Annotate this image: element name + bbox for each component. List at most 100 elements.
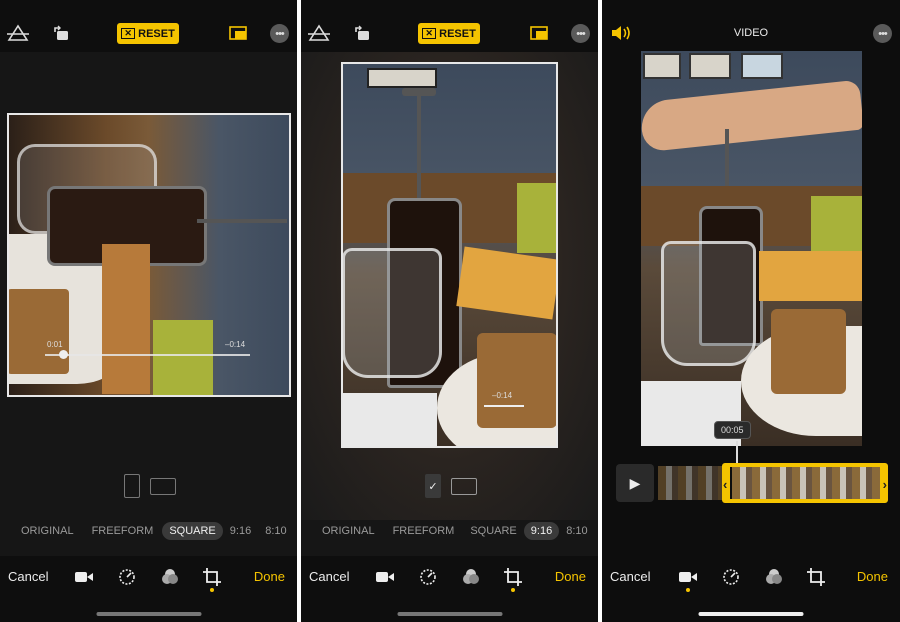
top-toolbar: ✕ RESET ••• — [0, 0, 297, 52]
glass-mug — [661, 241, 756, 366]
play-button[interactable]: ▶ — [616, 464, 654, 502]
filters-icon[interactable] — [159, 566, 181, 588]
crop-icon[interactable] — [502, 566, 524, 588]
press-rod — [417, 90, 421, 200]
video-camera-icon[interactable] — [374, 566, 396, 588]
crop-panel-9-16: ✕ RESET ••• –0:14 ✓ ORIGINAL FREEFORM SQ… — [301, 0, 598, 622]
active-tool-indicator — [686, 588, 690, 592]
aspect-ratio-icon[interactable] — [225, 20, 251, 46]
home-indicator — [96, 612, 201, 616]
cake-slice — [771, 309, 846, 394]
adjust-dial-icon[interactable] — [720, 566, 742, 588]
video-camera-icon[interactable] — [677, 566, 699, 588]
filters-icon[interactable] — [763, 566, 785, 588]
rotate-icon[interactable] — [48, 20, 74, 46]
ratio-8-10[interactable]: 8:10 — [559, 522, 594, 540]
reset-icon: ✕ — [121, 28, 136, 39]
crop-panel-square: ✕ RESET ••• 0:01 –0:14 ORIGINAL FREEFORM… — [0, 0, 297, 622]
play-icon: ▶ — [629, 474, 641, 491]
green-chair — [517, 183, 557, 253]
aspect-ratio-list: ORIGINAL FREEFORM SQUARE 9:16 8:10 — [301, 521, 598, 541]
scrub-line[interactable] — [484, 405, 524, 407]
done-button[interactable]: Done — [555, 569, 586, 584]
menu-card — [102, 244, 150, 394]
ratio-square[interactable]: SQUARE — [463, 522, 523, 540]
screen-title: VIDEO — [733, 27, 769, 39]
done-button[interactable]: Done — [254, 569, 285, 584]
ratio-original[interactable]: ORIGINAL — [315, 522, 382, 540]
landscape-orientation-icon[interactable] — [150, 477, 176, 495]
orientation-toggle: ✓ — [425, 474, 477, 498]
elapsed-time: 0:01 — [47, 340, 63, 349]
ratio-9-16[interactable]: 9:16 — [223, 522, 258, 540]
trim-end-handle[interactable]: › — [883, 477, 887, 492]
straighten-icon[interactable] — [306, 20, 332, 46]
reset-button[interactable]: ✕ RESET — [117, 23, 179, 44]
active-tool-indicator — [511, 588, 515, 592]
filters-icon[interactable] — [460, 566, 482, 588]
video-trim-panel: VIDEO ••• 00:05 ▶ ‹ › Cancel Done — [602, 0, 900, 622]
cake-slice — [7, 289, 69, 374]
menu-card — [759, 251, 862, 301]
wall-picture — [741, 53, 783, 79]
ratio-freeform[interactable]: FREEFORM — [85, 522, 161, 540]
ratio-original[interactable]: ORIGINAL — [14, 522, 81, 540]
video-frame[interactable]: 0:01 –0:14 — [7, 114, 290, 396]
home-indicator — [698, 612, 804, 616]
adjust-dial-icon[interactable] — [116, 566, 138, 588]
ratio-freeform[interactable]: FREEFORM — [386, 522, 462, 540]
cake-slice — [477, 333, 557, 428]
landscape-orientation-icon[interactable] — [451, 477, 477, 495]
cancel-button[interactable]: Cancel — [309, 569, 349, 584]
more-icon[interactable]: ••• — [270, 24, 289, 43]
adjust-dial-icon[interactable] — [417, 566, 439, 588]
top-toolbar: VIDEO ••• — [602, 0, 900, 52]
more-icon[interactable]: ••• — [571, 24, 590, 43]
playhead[interactable] — [736, 441, 738, 463]
crop-icon[interactable] — [201, 566, 223, 588]
straighten-icon[interactable] — [5, 20, 31, 46]
filmstrip-trimmed — [658, 466, 728, 500]
ratio-square[interactable]: SQUARE — [162, 522, 223, 540]
active-tool-indicator — [210, 588, 214, 592]
green-chair — [811, 196, 862, 256]
aspect-ratio-icon[interactable] — [526, 20, 552, 46]
cancel-button[interactable]: Cancel — [8, 569, 48, 584]
press-rod — [197, 219, 287, 223]
more-icon[interactable]: ••• — [873, 24, 892, 43]
wall-picture — [689, 53, 731, 79]
aspect-ratio-list: ORIGINAL FREEFORM SQUARE 9:16 8:10 — [0, 521, 297, 541]
ratio-8-10[interactable]: 8:10 — [258, 522, 293, 540]
press-knob — [402, 88, 436, 96]
done-button[interactable]: Done — [857, 569, 888, 584]
scrub-line[interactable] — [45, 354, 250, 356]
top-toolbar: ✕ RESET ••• — [301, 0, 598, 52]
cancel-button[interactable]: Cancel — [610, 569, 650, 584]
video-frame[interactable]: –0:14 — [342, 63, 557, 447]
rotate-icon[interactable] — [349, 20, 375, 46]
reset-label: RESET — [439, 27, 476, 40]
video-frame[interactable] — [641, 51, 862, 446]
bottom-toolbar: Cancel Done — [0, 556, 297, 622]
wall-picture — [643, 53, 681, 79]
video-camera-icon[interactable] — [73, 566, 95, 588]
glass-mug — [342, 248, 442, 378]
reset-label: RESET — [138, 27, 175, 40]
remaining-time: –0:14 — [225, 340, 246, 349]
reset-button[interactable]: ✕ RESET — [418, 23, 480, 44]
remaining-time: –0:14 — [492, 391, 513, 400]
ratio-9-16[interactable]: 9:16 — [523, 522, 560, 540]
trim-handles[interactable]: ‹ › — [722, 463, 888, 503]
orientation-toggle — [124, 474, 176, 498]
bottom-toolbar: Cancel Done — [301, 556, 598, 622]
crop-icon[interactable] — [805, 566, 827, 588]
reset-icon: ✕ — [422, 28, 437, 39]
bottom-toolbar: Cancel Done — [602, 556, 900, 622]
napkin — [342, 393, 437, 447]
portrait-orientation-icon[interactable] — [124, 474, 140, 498]
trim-start-handle[interactable]: ‹ — [723, 477, 727, 492]
wall-picture — [367, 68, 437, 88]
portrait-orientation-icon[interactable]: ✓ — [425, 474, 441, 498]
scrub-handle[interactable] — [59, 350, 68, 359]
home-indicator — [397, 612, 502, 616]
